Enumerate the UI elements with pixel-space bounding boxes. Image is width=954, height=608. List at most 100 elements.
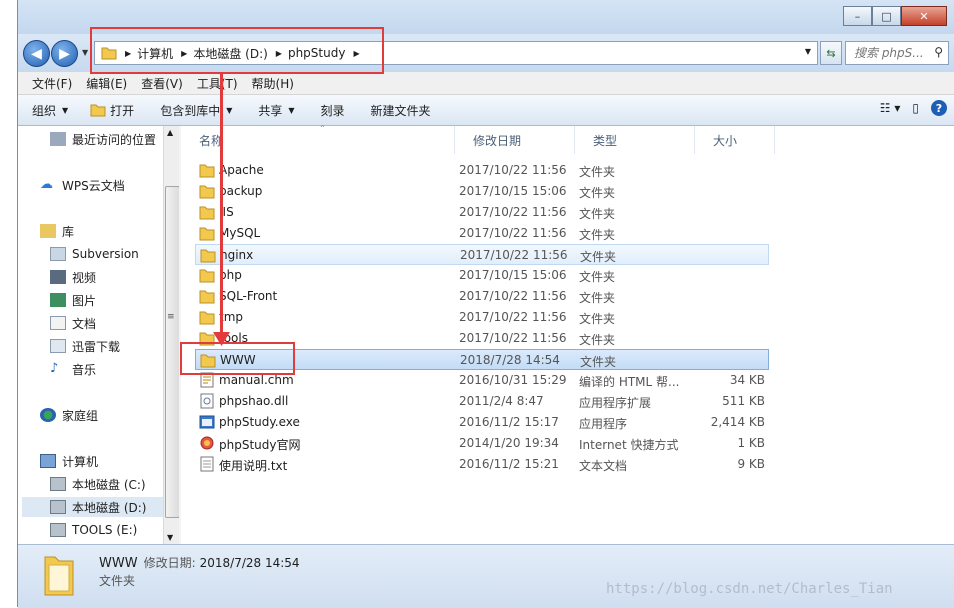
file-size: 34 KB	[729, 373, 765, 387]
column-header-size[interactable]: 大小	[695, 126, 775, 154]
file-row[interactable]: phpStudy.exe 2016/11/2 15:17 应用程序 2,414 KB	[195, 412, 769, 433]
scroll-down-icon[interactable]: ▼	[167, 533, 173, 542]
homegroup-icon	[40, 408, 56, 422]
file-modified: 2016/10/31 15:29	[459, 373, 567, 387]
nav-recent-places[interactable]: 最近访问的位置	[50, 129, 156, 149]
navigation-scrollbar[interactable]: ▲ ≡ ▼	[163, 126, 180, 544]
nav-videos-label: 视频	[72, 270, 97, 285]
organize-button[interactable]: 组织 ▼	[32, 102, 68, 119]
file-row[interactable]: backup 2017/10/15 15:06 文件夹	[195, 181, 769, 202]
nav-subversion[interactable]: Subversion	[50, 244, 139, 264]
file-type: 文件夹	[579, 207, 616, 221]
file-row[interactable]: php 2017/10/15 15:06 文件夹	[195, 265, 769, 286]
file-size: 1 KB	[737, 436, 765, 450]
file-name: SQL-Front	[219, 289, 278, 303]
nav-pictures[interactable]: 图片	[50, 290, 96, 310]
preview-pane-icon[interactable]: ▯	[912, 101, 919, 115]
open-button[interactable]: 打开	[90, 102, 134, 119]
folder-icon	[199, 290, 215, 304]
file-modified: 2016/11/2 15:17	[459, 415, 559, 429]
annotation-box-address	[90, 27, 384, 74]
file-row[interactable]: phpshao.dll 2011/2/4 8:47 应用程序扩展 511 KB	[195, 391, 769, 412]
search-icon[interactable]: ⚲	[934, 45, 943, 59]
file-row[interactable]: phpStudy官网 2014/1/20 19:34 Internet 快捷方式 1 …	[195, 433, 769, 454]
file-type: 文件夹	[580, 250, 617, 264]
new-folder-button[interactable]: 新建文件夹	[371, 102, 431, 119]
share-button[interactable]: 共享 ▼	[258, 102, 294, 119]
scroll-up-icon[interactable]: ▲	[167, 128, 173, 137]
minimize-button[interactable]: –	[843, 6, 872, 26]
nav-libraries[interactable]: 库	[40, 221, 74, 241]
help-icon[interactable]: ?	[931, 100, 947, 116]
close-button[interactable]: ✕	[901, 6, 947, 26]
nav-computer-label: 计算机	[62, 454, 99, 469]
recent-pages-dropdown[interactable]: ▼	[82, 48, 88, 57]
details-name: WWW	[99, 556, 138, 571]
file-modified: 2018/7/28 14:54	[460, 353, 560, 367]
file-row[interactable]: MySQL 2017/10/22 11:56 文件夹	[195, 223, 769, 244]
nav-recent-places-label: 最近访问的位置	[72, 132, 157, 147]
forward-button[interactable]: ▶	[51, 40, 78, 67]
file-row[interactable]: Apache 2017/10/22 11:56 文件夹	[195, 160, 769, 181]
music-icon: ♪	[50, 361, 59, 376]
view-options-icon[interactable]: ☷ ▾	[880, 101, 901, 115]
file-modified: 2017/10/22 11:56	[460, 248, 568, 262]
nav-libraries-label: 库	[62, 224, 75, 239]
maximize-button[interactable]: □	[872, 6, 901, 26]
details-modified-label: 修改日期:	[143, 556, 196, 570]
nav-drive-e[interactable]: TOOLS (E:)	[50, 520, 137, 540]
folder-icon	[200, 249, 216, 263]
drive-icon	[50, 477, 66, 491]
file-row[interactable]: tmp 2017/10/22 11:56 文件夹	[195, 307, 769, 328]
library-icon	[40, 224, 56, 238]
search-box[interactable]: ⚲	[845, 41, 949, 65]
nav-drive-d[interactable]: 本地磁盘 (D:)	[22, 497, 163, 517]
text-file-icon	[200, 456, 214, 472]
nav-homegroup-label: 家庭组	[62, 408, 99, 423]
menu-file[interactable]: 文件(F)	[32, 75, 72, 92]
search-input[interactable]	[852, 45, 930, 61]
drive-icon	[50, 500, 66, 514]
picture-icon	[50, 293, 66, 307]
scrollbar-thumb[interactable]	[165, 186, 180, 518]
nav-music[interactable]: ♪ 音乐	[50, 359, 96, 379]
menu-tools[interactable]: 工具(T)	[197, 75, 238, 92]
nav-drive-c-label: 本地磁盘 (C:)	[72, 477, 146, 492]
column-header-type-label: 类型	[593, 133, 618, 148]
refresh-button[interactable]: ⇆	[820, 41, 842, 65]
column-header-type[interactable]: 类型	[575, 126, 695, 154]
details-title: WWW 修改日期: 2018/7/28 14:54	[99, 554, 300, 571]
file-row[interactable]: 使用说明.txt 2016/11/2 15:21 文本文档 9 KB	[195, 454, 769, 475]
command-bar: 组织 ▼ 打开 包含到库中 ▼ 共享 ▼ 刻录 新建文件夹 ☷ ▾ ▯ ?	[18, 95, 954, 126]
computer-icon	[40, 454, 56, 468]
nav-thunder-downloads[interactable]: 迅雷下载	[50, 336, 120, 356]
burn-button[interactable]: 刻录	[321, 102, 345, 119]
nav-drive-c[interactable]: 本地磁盘 (C:)	[50, 474, 146, 494]
nav-homegroup[interactable]: 家庭组	[40, 405, 98, 425]
include-in-library-label: 包含到库中	[160, 103, 221, 118]
open-label: 打开	[110, 103, 135, 118]
file-row[interactable]: IIS 2017/10/22 11:56 文件夹	[195, 202, 769, 223]
nav-drive-e-label: TOOLS (E:)	[72, 523, 138, 537]
nav-computer[interactable]: 计算机	[40, 451, 98, 471]
column-header-modified-label: 修改日期	[473, 133, 522, 148]
recent-places-icon	[50, 132, 66, 146]
file-type: 应用程序	[579, 417, 628, 431]
menu-help[interactable]: 帮助(H)	[252, 75, 294, 92]
organize-label: 组织	[32, 103, 57, 118]
menu-view[interactable]: 查看(V)	[141, 75, 183, 92]
nav-documents[interactable]: 文档	[50, 313, 96, 333]
nav-wps-cloud[interactable]: ☁ WPS云文档	[40, 175, 125, 195]
file-modified: 2017/10/15 15:06	[459, 268, 567, 282]
file-row[interactable]: SQL-Front 2017/10/22 11:56 文件夹	[195, 286, 769, 307]
address-history-dropdown[interactable]: ▼	[805, 47, 811, 56]
menu-edit[interactable]: 编辑(E)	[86, 75, 127, 92]
file-type: 文件夹	[579, 270, 616, 284]
video-icon	[50, 270, 66, 284]
file-row[interactable]: nginx 2017/10/22 11:56 文件夹	[195, 244, 769, 265]
column-header-modified[interactable]: 修改日期	[455, 126, 575, 154]
details-modified-value: 2018/7/28 14:54	[199, 556, 300, 570]
nav-videos[interactable]: 视频	[50, 267, 96, 287]
back-button[interactable]: ◀	[23, 40, 50, 67]
share-label: 共享	[258, 103, 283, 118]
